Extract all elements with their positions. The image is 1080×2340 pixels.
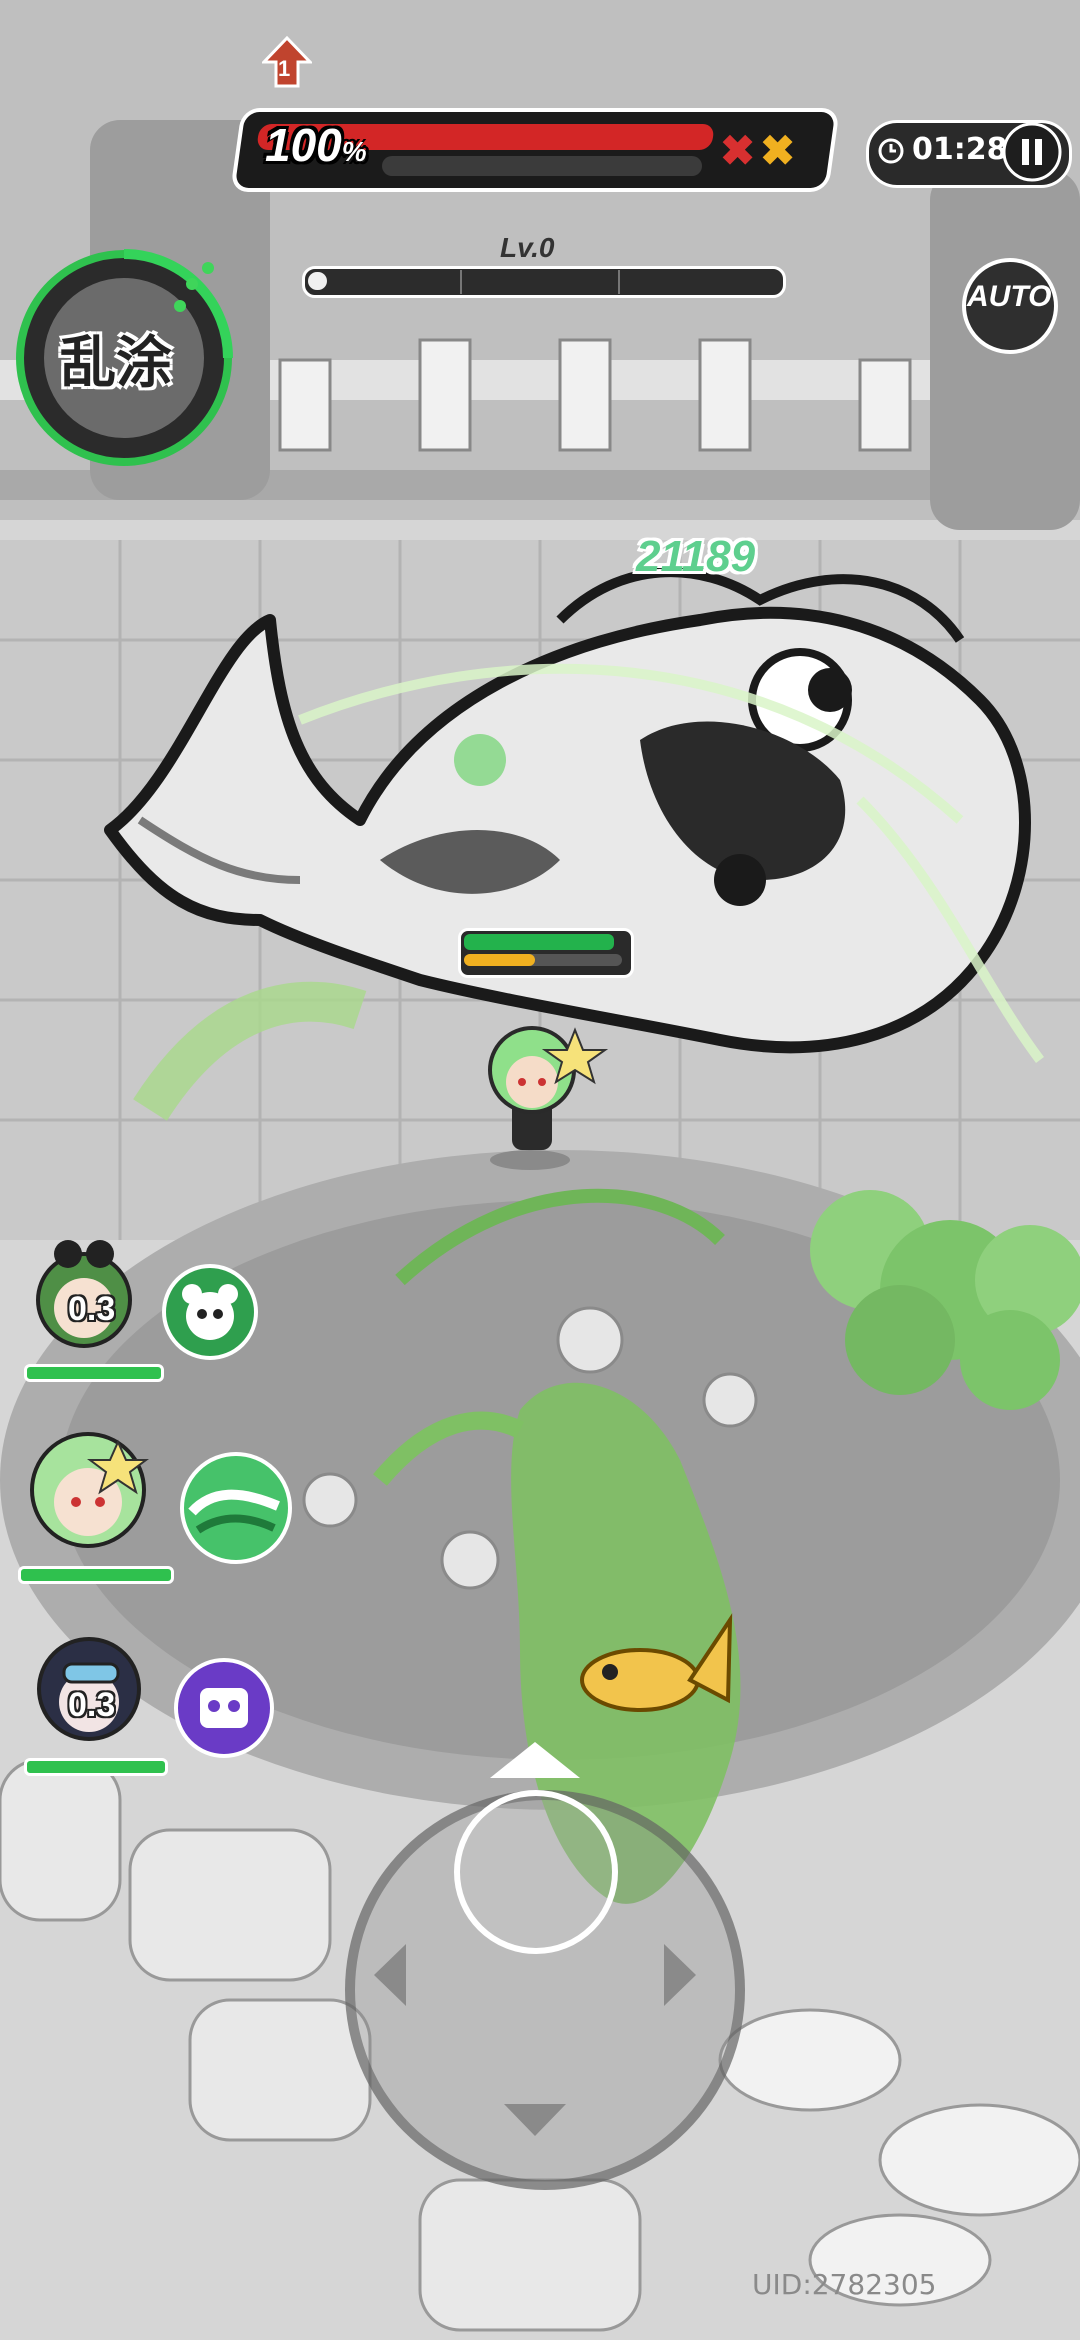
- party-member-2-hp: [18, 1566, 174, 1584]
- ultimate-skill-label: 乱涂: [60, 331, 172, 396]
- joystick-thumb[interactable]: [454, 1790, 618, 1954]
- party-member-1-hp: [24, 1364, 164, 1382]
- boss-hp-subbar: [382, 156, 702, 176]
- user-id-label: UID:2782305: [752, 2268, 937, 2301]
- boss-hp-percent-sign: %: [341, 136, 367, 167]
- boss-hp-percent-value: 100: [265, 119, 342, 171]
- xp-fill: [308, 272, 327, 290]
- yellow-x-buff-icon: ✖: [760, 127, 796, 174]
- party-member-1-cooldown: 0.3: [68, 1290, 116, 1328]
- red-x-buff-icon: ✖: [720, 127, 756, 174]
- joystick-up-arrow-icon: [490, 1742, 580, 1778]
- joystick-left-arrow-icon: [374, 1944, 406, 2006]
- joystick-right-arrow-icon: [664, 1944, 696, 2006]
- xp-divider: [460, 270, 462, 294]
- party-member-3-hp: [24, 1758, 168, 1776]
- auto-button-label: AUTO: [967, 280, 1052, 313]
- wave-skill-icon[interactable]: [178, 1450, 294, 1566]
- pause-button[interactable]: [1002, 122, 1062, 182]
- damage-number: 21189: [636, 532, 756, 581]
- joystick-down-arrow-icon: [504, 2104, 566, 2136]
- robot-skill-icon[interactable]: [172, 1656, 276, 1760]
- level-label: Lv.0: [500, 232, 555, 263]
- stage-badge-number: 1: [278, 56, 291, 81]
- xp-bar: [302, 266, 786, 298]
- party-member-2[interactable]: [18, 1420, 158, 1570]
- panda-skill-icon[interactable]: [160, 1262, 260, 1362]
- xp-divider: [618, 270, 620, 294]
- timer-text: 01:28: [912, 132, 1008, 167]
- enemy-hp-bar: [464, 934, 615, 950]
- party-member-3-cooldown: 0.3: [68, 1686, 116, 1724]
- clock-icon: [878, 138, 904, 164]
- enemy-shield-fill: [464, 954, 536, 966]
- party-member-2-portrait: [30, 1432, 149, 1548]
- boss-hp-percent: 100%: [265, 118, 367, 172]
